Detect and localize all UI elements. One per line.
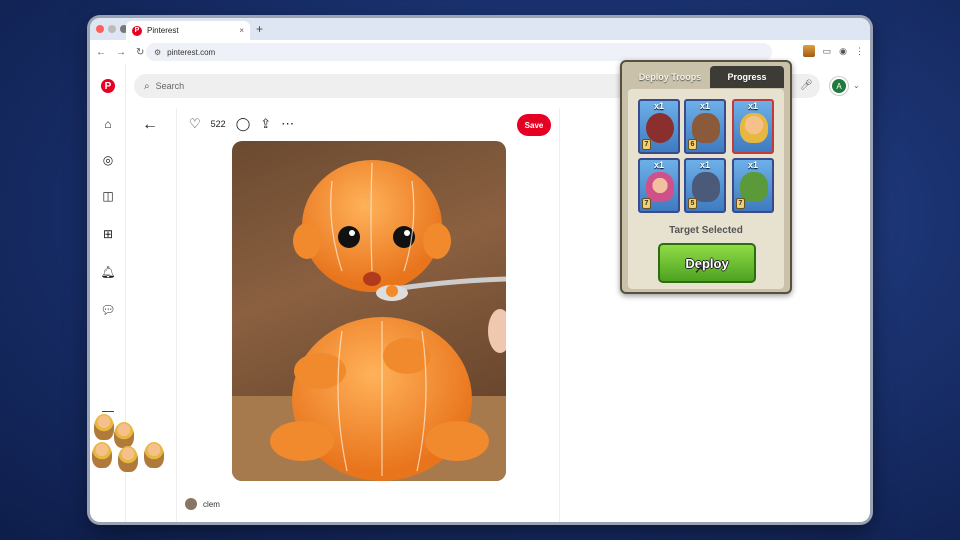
troop-level: 6 — [688, 139, 697, 150]
reload-icon[interactable]: ↻ — [136, 47, 144, 58]
pin-image[interactable] — [232, 141, 506, 481]
create-icon[interactable]: ⊞ — [100, 226, 116, 242]
popup-body: x1 7 x1 6 x1 x1 7 x1 5 x1 7 Target Selec… — [628, 89, 784, 289]
author-name: clem — [203, 499, 220, 509]
new-tab-button[interactable]: + — [256, 22, 263, 36]
clash-extension-icon[interactable] — [802, 45, 815, 57]
tab-title: Pinterest — [147, 26, 179, 35]
troop-card-barbarian[interactable]: x1 — [732, 99, 774, 154]
search-icon: ⌕ — [144, 80, 150, 92]
barbarian-icon — [740, 113, 768, 143]
pin-closeup: ♡ 522 ◯ ⇪ ⋯ Save clem — [176, 108, 560, 522]
barbarian-sprite-icon — [94, 414, 114, 440]
messages-icon[interactable]: 💬︎ — [100, 302, 116, 318]
search-placeholder: Search — [155, 81, 185, 91]
profile-icon[interactable]: ◉ — [839, 46, 847, 57]
troop-level: 5 — [688, 198, 697, 209]
sidebar-toggle-icon[interactable]: ▭ — [823, 46, 832, 57]
user-avatar[interactable]: A — [830, 77, 848, 95]
troop-count: x1 — [699, 160, 710, 170]
troop-card-archer[interactable]: x1 7 — [638, 158, 680, 213]
tab-progress[interactable]: Progress — [710, 66, 784, 88]
target-status: Target Selected — [669, 225, 743, 236]
pinterest-favicon: P — [132, 25, 142, 36]
troop-card-goblin[interactable]: x1 7 — [732, 158, 774, 213]
pin-author[interactable]: clem — [185, 498, 220, 510]
more-icon[interactable]: ⋯ — [281, 116, 294, 132]
troop-card-golem[interactable]: x1 5 — [684, 158, 726, 213]
url-text: pinterest.com — [167, 47, 216, 57]
troop-card-hog-rider[interactable]: x1 6 — [684, 99, 726, 154]
forward-nav-icon[interactable]: → — [116, 47, 126, 58]
address-bar[interactable]: ⚙ pinterest.com — [146, 43, 772, 61]
mandarin-baby-illustration — [232, 160, 506, 481]
save-button[interactable]: Save — [517, 114, 551, 136]
home-icon[interactable]: ⌂ — [100, 116, 116, 132]
toolbar-actions: ▭ ◉ ⋮ — [802, 45, 864, 57]
troop-count: x1 — [699, 101, 710, 111]
barbarian-sprite-icon — [118, 446, 138, 472]
back-arrow-icon[interactable]: ← — [142, 116, 158, 134]
back-nav-icon[interactable]: ← — [96, 47, 106, 58]
troop-card-balloon[interactable]: x1 7 — [638, 99, 680, 154]
troop-level: 7 — [736, 198, 745, 209]
barbarian-sprite-icon — [114, 422, 134, 448]
notifications-icon[interactable]: 🔔︎ — [100, 264, 116, 280]
troop-level: 7 — [642, 198, 651, 209]
comment-icon[interactable]: ◯ — [236, 116, 251, 132]
author-avatar — [185, 498, 197, 510]
pin-actions: ♡ 522 ◯ ⇪ ⋯ — [189, 116, 294, 132]
troop-count: x1 — [747, 101, 758, 111]
explore-icon[interactable]: ◎ — [100, 152, 116, 168]
troop-level: 7 — [642, 139, 651, 150]
deploy-button[interactable]: Deploy — [658, 243, 756, 283]
barbarian-troops-overlay — [92, 412, 172, 482]
boards-icon[interactable]: ◫ — [100, 188, 116, 204]
like-count: 522 — [210, 119, 226, 129]
tab-pinterest[interactable]: P Pinterest × — [126, 21, 250, 40]
barbarian-sprite-icon — [92, 442, 112, 468]
tab-deploy-troops[interactable]: Deploy Troops — [630, 66, 710, 88]
troop-count: x1 — [747, 160, 758, 170]
window-controls — [96, 25, 128, 33]
deploy-troops-popup: Deploy Troops Progress x1 7 x1 6 x1 x1 7… — [620, 60, 792, 294]
pinterest-logo-icon: P — [101, 79, 115, 93]
share-icon[interactable]: ⇪ — [260, 116, 271, 132]
troop-count: x1 — [653, 101, 664, 111]
close-window-button[interactable] — [96, 25, 104, 33]
close-tab-icon[interactable]: × — [239, 26, 244, 35]
site-settings-icon[interactable]: ⚙ — [154, 48, 161, 57]
troop-count: x1 — [653, 160, 664, 170]
tab-strip: P Pinterest × + — [90, 18, 870, 40]
mic-icon[interactable]: 🎤︎ — [800, 80, 813, 91]
chevron-down-icon[interactable]: ⌄ — [853, 81, 860, 90]
minimize-window-button[interactable] — [108, 25, 116, 33]
pinterest-logo[interactable]: P — [100, 78, 116, 94]
heart-icon[interactable]: ♡ — [189, 116, 201, 132]
mouse-cursor-icon: ➚ — [694, 262, 705, 276]
menu-icon[interactable]: ⋮ — [855, 46, 864, 57]
barbarian-sprite-icon — [144, 442, 164, 468]
